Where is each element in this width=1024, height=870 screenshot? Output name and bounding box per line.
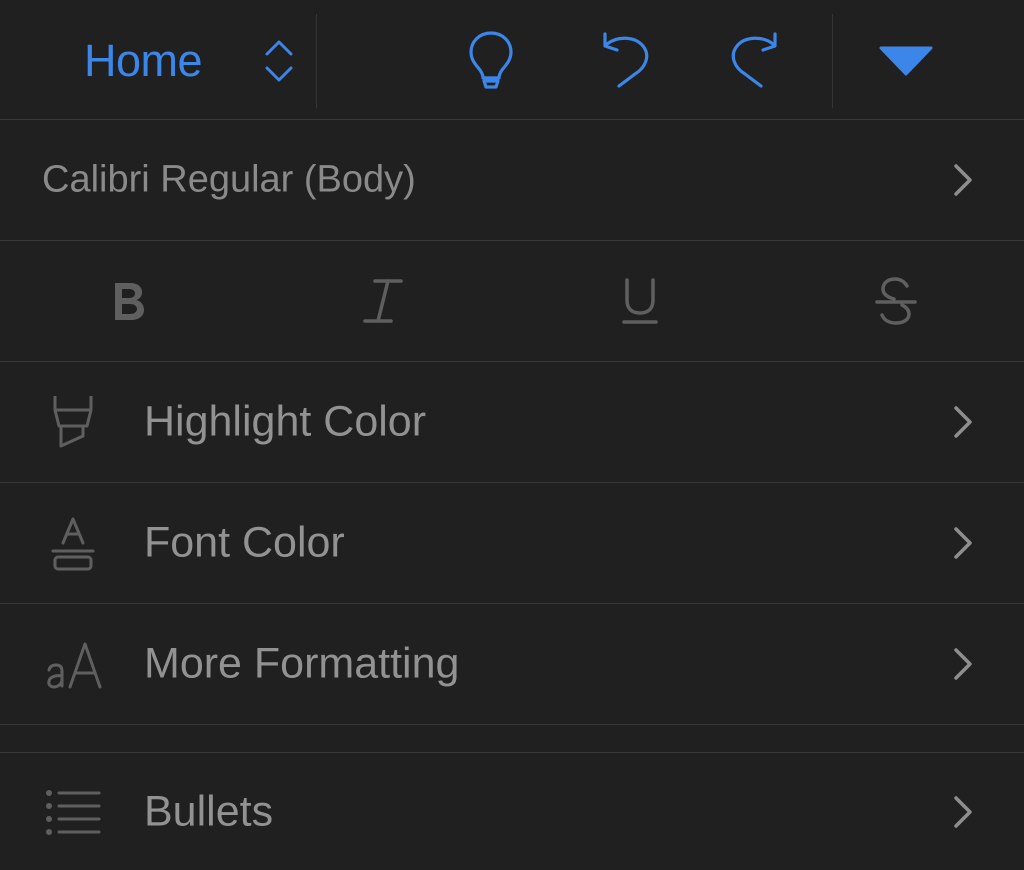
undo-button[interactable] bbox=[592, 28, 656, 92]
bullets-label: Bullets bbox=[144, 787, 274, 835]
collapse-ribbon-button[interactable] bbox=[874, 28, 938, 92]
toolbar-divider bbox=[832, 14, 833, 108]
section-separator bbox=[0, 726, 1024, 753]
more-formatting-row[interactable]: More Formatting bbox=[0, 604, 1024, 725]
undo-icon bbox=[603, 32, 649, 88]
chevron-right-icon bbox=[954, 527, 972, 559]
font-color-row[interactable]: Font Color bbox=[0, 483, 1024, 604]
redo-button[interactable] bbox=[724, 28, 788, 92]
text-style-row bbox=[0, 241, 1024, 362]
ribbon-toolbar: Home bbox=[0, 0, 1024, 120]
strikethrough-button[interactable] bbox=[861, 266, 931, 336]
font-picker-row[interactable]: Calibri Regular (Body) bbox=[0, 120, 1024, 241]
chevron-right-icon bbox=[954, 406, 972, 438]
bulleted-list-icon bbox=[40, 779, 106, 845]
font-color-icon bbox=[40, 510, 106, 576]
bold-button[interactable] bbox=[94, 266, 164, 336]
font-name: Calibri Regular (Body) bbox=[42, 158, 416, 201]
triangle-down-icon bbox=[879, 46, 933, 76]
bullets-row[interactable]: Bullets bbox=[0, 753, 1024, 870]
strikethrough-icon bbox=[875, 277, 917, 325]
toolbar-divider bbox=[316, 14, 317, 108]
chevron-up-down-icon bbox=[265, 40, 293, 82]
highlight-color-label: Highlight Color bbox=[144, 397, 427, 446]
more-formatting-label: More Formatting bbox=[144, 639, 460, 688]
text-size-icon bbox=[40, 631, 106, 697]
highlight-color-row[interactable]: Highlight Color bbox=[0, 362, 1024, 483]
ribbon-tab-title: Home bbox=[84, 35, 203, 86]
redo-icon bbox=[731, 32, 777, 88]
chevron-right-icon bbox=[954, 648, 972, 680]
chevron-right-icon bbox=[954, 164, 972, 196]
highlighter-icon bbox=[40, 389, 106, 455]
bold-icon bbox=[115, 283, 144, 320]
italic-icon bbox=[363, 279, 403, 323]
ribbon-tab-selector[interactable]: Home bbox=[84, 18, 293, 104]
underline-button[interactable] bbox=[605, 266, 675, 336]
ideas-button[interactable] bbox=[459, 28, 523, 92]
underline-icon bbox=[622, 278, 658, 324]
font-color-label: Font Color bbox=[144, 518, 345, 567]
italic-button[interactable] bbox=[348, 266, 418, 336]
chevron-right-icon bbox=[954, 795, 972, 828]
lightbulb-icon bbox=[469, 31, 513, 89]
